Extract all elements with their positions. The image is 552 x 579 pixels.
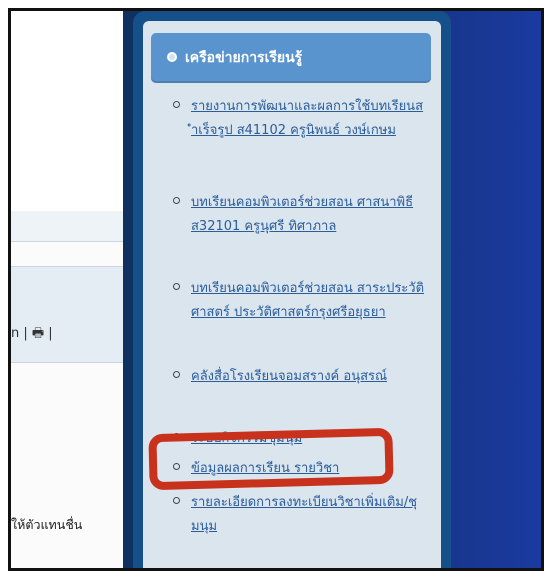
tool-panel [11, 266, 123, 363]
print-toolbar[interactable]: n | 🖶 | [11, 324, 53, 346]
link-registration-details[interactable]: รายละเอียดการลงทะเบียนวิชาเพิ่มเติม/ชุมน… [191, 491, 425, 539]
list-item: บทเรียนคอมพิวเตอร์ช่วยสอน สาระประวัติศาส… [173, 277, 425, 325]
content-text: ให้ตัวแทนชื่น [11, 517, 83, 532]
list-item: คลังสื่อโรงเรียนจอมสรางค์ อนุสรณ์ [173, 365, 425, 389]
circle-bullet-icon [167, 52, 177, 62]
screenshot-frame: n | 🖶 | ให้ตัวแทนชื่น เครือข่ายการเรียนร… [8, 8, 544, 571]
sidebar-header: เครือข่ายการเรียนรู้ [151, 33, 431, 83]
link-media-library[interactable]: คลังสื่อโรงเรียนจอมสรางค์ อนุสรณ์ [191, 365, 425, 389]
bullet-icon [173, 101, 180, 108]
bullet-icon [173, 283, 180, 290]
bullet-icon [173, 497, 180, 504]
link-report-development[interactable]: รายงานการพัฒนาและผลการใช้บทเรียนสำเร็จรู… [191, 95, 425, 143]
list-item: บทเรียนคอมพิวเตอร์ช่วยสอน ศาสนาพิธี ส321… [173, 191, 425, 239]
sidebar-title: เครือข่ายการเรียนรู้ [185, 50, 303, 66]
bullet-icon [173, 197, 180, 204]
toolbar-text: n | 🖶 | [11, 326, 53, 341]
list-item: รายงานการพัฒนาและผลการใช้บทเรียนสำเร็จรู… [173, 95, 425, 143]
list-item: รายละเอียดการลงทะเบียนวิชาเพิ่มเติม/ชุมน… [173, 491, 425, 539]
red-highlight-annotation [148, 427, 394, 491]
content-panel [11, 11, 126, 212]
input-strip [11, 211, 126, 242]
link-cai-religion[interactable]: บทเรียนคอมพิวเตอร์ช่วยสอน ศาสนาพิธี ส321… [191, 191, 425, 239]
link-cai-history[interactable]: บทเรียนคอมพิวเตอร์ช่วยสอน สาระประวัติศาส… [191, 277, 425, 325]
bullet-icon [173, 371, 180, 378]
